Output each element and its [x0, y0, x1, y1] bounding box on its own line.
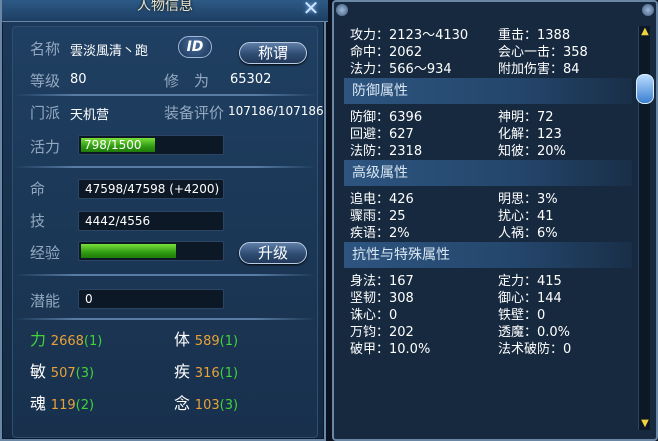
stat-row: 命中：2062 会心一击：358 — [344, 41, 632, 60]
attribute-bonus: (3) — [75, 366, 95, 381]
attribute-value: 103 — [194, 398, 220, 413]
stat-row: 追电：426 明思：3% — [344, 188, 632, 207]
stat-row: 坚韧：308 御心：144 — [344, 287, 632, 306]
divider — [14, 274, 316, 276]
stat-row: 诛心：0 铁壁：0 — [344, 304, 632, 323]
gear-score-label: 装备评价 — [164, 104, 225, 122]
gear-score-value: 107186/107186 — [228, 104, 324, 118]
potential-label: 潜能 — [30, 292, 61, 310]
attribute-value: 316 — [194, 366, 220, 381]
sect-value: 天机营 — [70, 108, 110, 123]
stat-row: 骤雨：25 扰心：41 — [344, 205, 632, 224]
attribute-name: 念 — [174, 394, 191, 413]
section-defense-header: 防御属性 — [344, 78, 632, 104]
attribute-bonus: (2) — [75, 398, 95, 413]
stat-row: 回避：627 化解：123 — [344, 123, 632, 142]
close-icon[interactable]: ✕ — [300, 0, 322, 19]
attribute-speed: 疾 316(1) — [174, 358, 238, 382]
sect-label: 门派 — [30, 104, 61, 122]
attribute-name: 敏 — [30, 362, 47, 381]
stat-row: 法力：566～934 附加伤害：84 — [344, 58, 632, 77]
corner-ornament — [642, 4, 654, 16]
vitality-value: 798/1500 — [84, 138, 142, 152]
level-label: 等级 — [30, 72, 61, 90]
scrollbar[interactable]: ▲ ▼ — [636, 26, 654, 430]
attribute-value: 507 — [50, 366, 76, 381]
exp-bar — [78, 241, 224, 261]
title-button[interactable]: 称谓 — [239, 42, 307, 64]
skill-label: 技 — [30, 212, 46, 230]
stat-row: 攻力：2123～4130 重击：1388 — [344, 24, 632, 43]
divider — [14, 94, 316, 96]
level-value: 80 — [70, 72, 87, 87]
attribute-name: 体 — [174, 330, 191, 349]
stat-row: 防御：6396 神明：72 — [344, 106, 632, 125]
attribute-value: 119 — [50, 398, 76, 413]
attribute-bonus: (1) — [83, 334, 103, 349]
vitality-fill: 798/1500 — [81, 138, 156, 152]
name-value: 雲淡風清丶跑 — [70, 44, 149, 59]
attribute-bonus: (1) — [219, 334, 239, 349]
stat-renhuo: 人祸：6% — [498, 226, 558, 241]
attribute-constitution: 体 589(1) — [174, 326, 238, 350]
exp-fill — [81, 244, 177, 258]
stat-row: 疾语：2% 人祸：6% — [344, 222, 632, 241]
attribute-name: 魂 — [30, 394, 47, 413]
stat-row: 破甲：10.0% 法术破防：0 — [344, 338, 632, 357]
vitality-bar: 798/1500 — [78, 135, 224, 155]
stat-row: 身法：167 定力：415 — [344, 270, 632, 289]
stats-panel: 攻力：2123～4130 重击：1388 命中：2062 会心一击：358 法力… — [332, 0, 658, 441]
vitality-label: 活力 — [30, 138, 61, 156]
stat-jiyu: 疾语：2% — [350, 226, 410, 241]
attribute-agility: 敏 507(3) — [30, 358, 94, 382]
attribute-mind: 念 103(3) — [174, 390, 238, 414]
attribute-value: 2668 — [50, 334, 84, 349]
id-badge-button[interactable]: ID — [178, 36, 212, 58]
stat-spell-penetration: 法术破防：0 — [498, 342, 572, 357]
stat-magic-defense: 法防：2318 — [350, 144, 423, 159]
character-info-panel: 人物信息 ✕ 名称 雲淡風清丶跑 ID 称谓 等级 80 修 为 65302 门… — [0, 0, 328, 441]
stat-insight: 知彼：20% — [498, 144, 566, 159]
stat-extra-damage: 附加伤害：84 — [498, 62, 580, 77]
attribute-strength: 力 2668(1) — [30, 326, 102, 350]
hp-label: 命 — [30, 180, 46, 198]
attribute-bonus: (3) — [219, 398, 239, 413]
cultivation-label: 修 为 — [164, 72, 210, 90]
scroll-up-arrow-icon[interactable]: ▲ — [639, 26, 651, 38]
attribute-name: 疾 — [174, 362, 191, 381]
title-bar[interactable]: 人物信息 ✕ — [2, 0, 328, 22]
scroll-down-arrow-icon[interactable]: ▼ — [639, 418, 651, 430]
attribute-bonus: (1) — [219, 366, 239, 381]
corner-ornament — [336, 4, 348, 16]
stat-magic: 法力：566～934 — [350, 62, 452, 77]
divider — [14, 166, 316, 168]
attribute-value: 589 — [194, 334, 220, 349]
exp-label: 经验 — [30, 244, 61, 262]
stat-row: 万钧：202 透魔：0.0% — [344, 321, 632, 340]
attribute-soul: 魂 119(2) — [30, 390, 94, 414]
cultivation-value: 65302 — [230, 72, 272, 87]
stat-pojia: 破甲：10.0% — [350, 342, 431, 357]
scroll-thumb[interactable] — [636, 74, 654, 104]
name-label: 名称 — [30, 40, 61, 58]
potential-value: 0 — [78, 289, 224, 309]
divider — [14, 318, 316, 320]
section-resist-header: 抗性与特殊属性 — [344, 242, 632, 268]
stat-row: 法防：2318 知彼：20% — [344, 140, 632, 159]
window-title: 人物信息 — [137, 0, 193, 14]
skill-value: 4442/4556 — [78, 211, 224, 231]
section-advanced-header: 高级属性 — [344, 160, 632, 186]
stats-list: 攻力：2123～4130 重击：1388 命中：2062 会心一击：358 法力… — [344, 24, 632, 357]
upgrade-button[interactable]: 升级 — [239, 242, 307, 264]
attribute-name: 力 — [30, 330, 47, 349]
hp-value: 47598/47598 (+4200) — [78, 179, 224, 199]
